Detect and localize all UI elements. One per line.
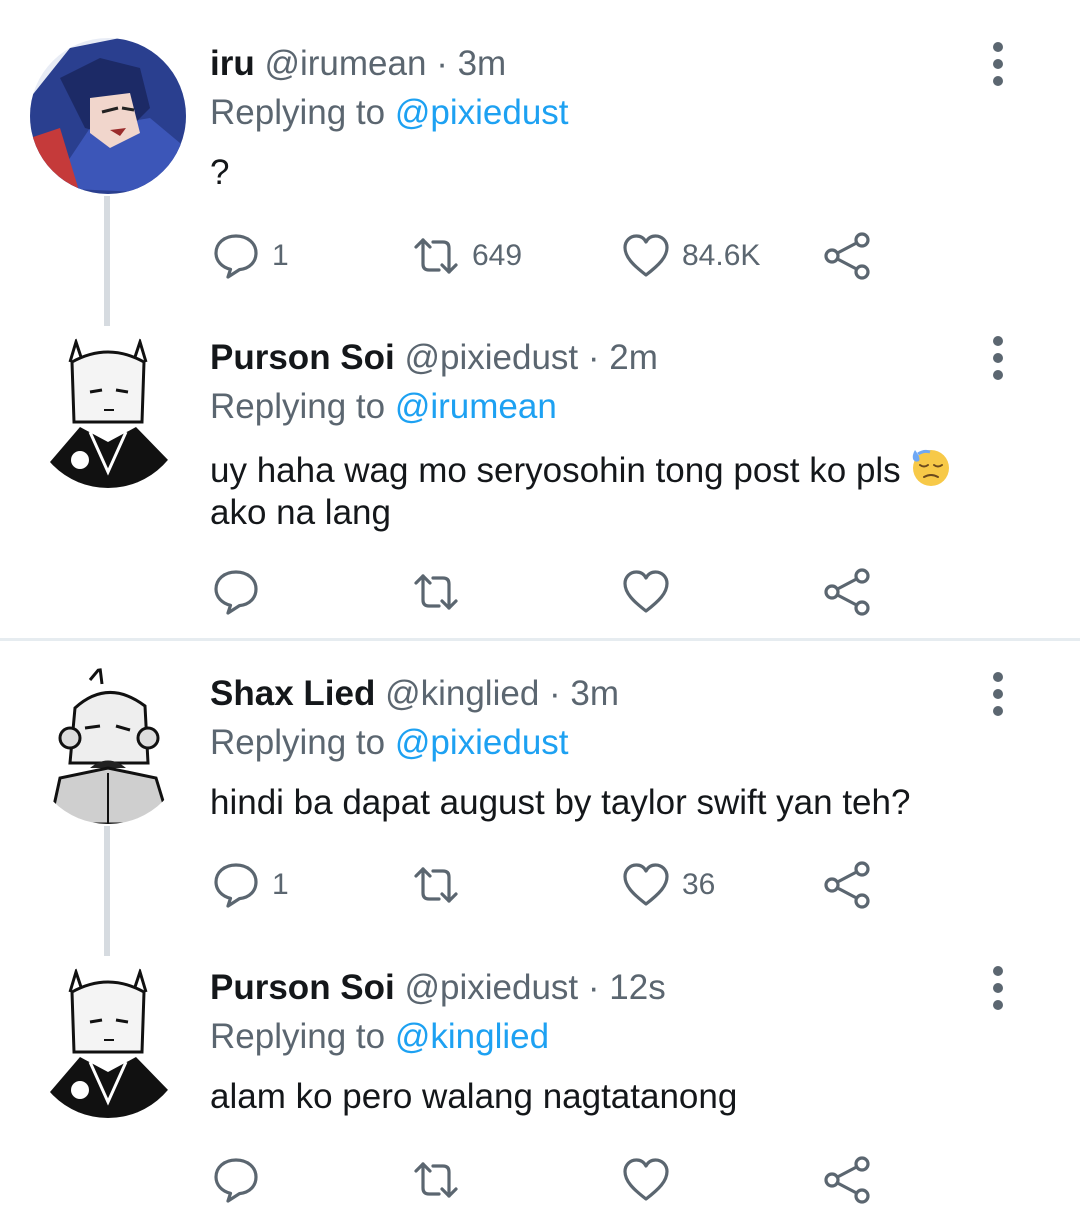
like-button[interactable]	[620, 564, 672, 620]
tweet-text: uy haha wag mo seryosohin tong post ko p…	[210, 446, 1010, 534]
like-button[interactable]: 36	[620, 857, 715, 913]
more-vertical-icon[interactable]	[986, 672, 1010, 716]
tweet-text: alam ko pero walang nagtatanong	[210, 1077, 738, 1116]
separator-dot: ·	[587, 338, 600, 377]
replying-to: Replying to @pixiedust	[210, 721, 569, 765]
separator-dot: ·	[549, 674, 561, 713]
timestamp[interactable]: 12s	[609, 968, 665, 1007]
retweet-button[interactable]: 649	[410, 228, 522, 284]
replying-prefix: Replying to	[210, 387, 386, 426]
retweet-arrows-icon	[410, 230, 462, 282]
share-button[interactable]	[822, 564, 874, 620]
separator-dot: ·	[436, 44, 448, 83]
avatar[interactable]	[30, 38, 186, 194]
reply-button[interactable]	[210, 564, 262, 620]
user-handle[interactable]: @kinglied	[385, 674, 539, 713]
tweet-text: hindi ba dapat august by taylor swift ya…	[210, 783, 911, 822]
retweet-button[interactable]	[410, 1152, 462, 1208]
tweet-header: Shax Lied @kinglied · 3m	[210, 672, 619, 716]
mention-link[interactable]: @irumean	[395, 387, 557, 426]
more-vertical-icon[interactable]	[986, 42, 1010, 86]
share-icon	[822, 230, 874, 282]
tweet-header: Purson Soi @pixiedust · 12s	[210, 966, 666, 1010]
display-name[interactable]: Shax Lied	[210, 674, 375, 713]
reply-button[interactable]: 1	[210, 857, 289, 913]
mention-link[interactable]: @pixiedust	[395, 93, 569, 132]
avatar[interactable]	[30, 962, 186, 1118]
replying-prefix: Replying to	[210, 1017, 386, 1056]
retweet-arrows-icon	[410, 1154, 462, 1206]
display-name[interactable]: Purson Soi	[210, 968, 395, 1007]
user-handle[interactable]: @pixiedust	[404, 968, 578, 1007]
reply-button[interactable]	[210, 1152, 262, 1208]
tweet-actions	[210, 1152, 890, 1208]
replying-to: Replying to @pixiedust	[210, 91, 569, 135]
share-button[interactable]	[822, 1152, 874, 1208]
heart-icon	[620, 1154, 672, 1206]
tweet-text: ?	[210, 153, 230, 192]
more-vertical-icon[interactable]	[986, 966, 1010, 1010]
reply-bubble-icon	[210, 566, 262, 618]
share-icon	[822, 566, 874, 618]
tweet-text-line1: uy haha wag mo seryosohin tong post ko p…	[210, 451, 901, 490]
reply-bubble-icon	[210, 859, 262, 911]
separator-dot: ·	[587, 968, 600, 1007]
thread-line	[104, 196, 110, 326]
share-icon	[822, 859, 874, 911]
heart-icon	[620, 566, 672, 618]
retweet-arrows-icon	[410, 566, 462, 618]
retweet-count: 649	[472, 239, 523, 272]
retweet-button[interactable]	[410, 564, 462, 620]
share-button[interactable]	[822, 228, 874, 284]
like-count: 84.6K	[682, 239, 761, 272]
more-vertical-icon[interactable]	[986, 336, 1010, 380]
user-handle[interactable]: @pixiedust	[404, 338, 578, 377]
timestamp[interactable]: 3m	[570, 674, 619, 713]
tweet-header: Purson Soi @pixiedust · 2m	[210, 336, 658, 380]
replying-to: Replying to @kinglied	[210, 1015, 549, 1059]
user-handle[interactable]: @irumean	[264, 44, 426, 83]
reply-count: 1	[272, 239, 289, 272]
replying-prefix: Replying to	[210, 93, 386, 132]
reply-bubble-icon	[210, 230, 262, 282]
thread-line	[104, 826, 110, 956]
timestamp[interactable]: 3m	[458, 44, 507, 83]
display-name[interactable]: Purson Soi	[210, 338, 395, 377]
reply-button[interactable]: 1	[210, 228, 289, 284]
reply-count: 1	[272, 868, 289, 901]
replying-to: Replying to @irumean	[210, 385, 557, 429]
mention-link[interactable]: @pixiedust	[395, 723, 569, 762]
downcast-face-with-sweat-emoji	[913, 449, 950, 486]
avatar[interactable]	[30, 668, 186, 824]
tweet-header: iru @irumean · 3m	[210, 42, 506, 86]
like-button[interactable]	[620, 1152, 672, 1208]
replying-prefix: Replying to	[210, 723, 386, 762]
reply-bubble-icon	[210, 1154, 262, 1206]
tweet-actions: 1 36	[210, 857, 890, 913]
divider	[0, 638, 1080, 641]
avatar[interactable]	[30, 332, 186, 488]
heart-icon	[620, 230, 672, 282]
like-count: 36	[682, 868, 716, 901]
retweet-button[interactable]	[410, 857, 462, 913]
retweet-arrows-icon	[410, 859, 462, 911]
tweet-actions: 1 649 84.6K	[210, 228, 890, 284]
tweet-actions	[210, 564, 890, 620]
mention-link[interactable]: @kinglied	[395, 1017, 549, 1056]
share-icon	[822, 1154, 874, 1206]
timestamp[interactable]: 2m	[609, 338, 658, 377]
display-name[interactable]: iru	[210, 44, 255, 83]
tweet-text-line2: ako na lang	[210, 493, 391, 532]
share-button[interactable]	[822, 857, 874, 913]
like-button[interactable]: 84.6K	[620, 228, 760, 284]
heart-icon	[620, 859, 672, 911]
